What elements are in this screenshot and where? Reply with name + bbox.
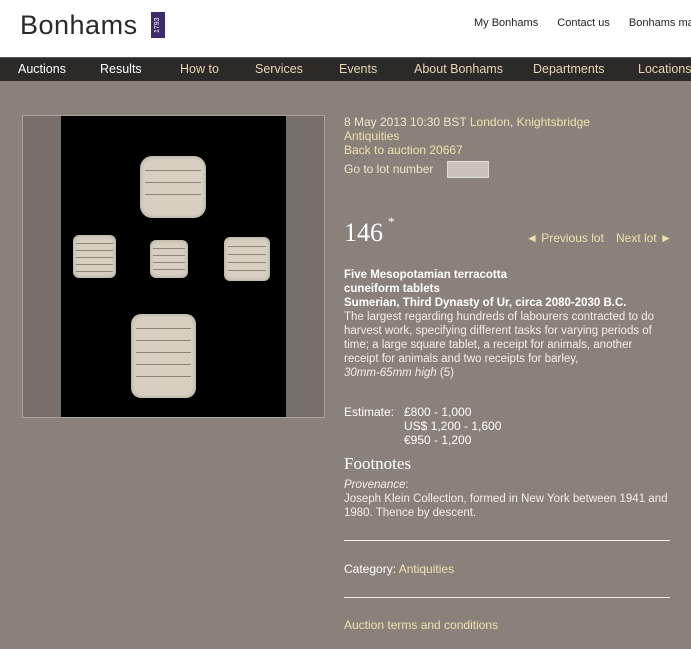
estimate-eur: €950 - 1,200 xyxy=(404,433,472,447)
lot-count: (5) xyxy=(439,367,454,379)
goto-lot-label: Go to lot number xyxy=(344,162,434,176)
logo-year-badge: 1793 xyxy=(151,12,165,38)
back-to-auction-link[interactable]: Back to auction 20667 xyxy=(344,143,463,157)
lot-number-input[interactable] xyxy=(447,161,489,178)
sale-date-line: 8 May 2013 10:30 BST London, Knightsbrid… xyxy=(344,115,590,129)
lot-description: Five Mesopotamian terracotta cuneiform t… xyxy=(344,268,669,380)
tablet-right xyxy=(224,237,270,281)
next-lot-link[interactable]: Next lot ► xyxy=(616,231,672,245)
lot-image[interactable] xyxy=(61,116,286,417)
estimate-gbp: £800 - 1,000 xyxy=(404,405,472,419)
lot-asterisk: * xyxy=(388,214,395,229)
divider xyxy=(344,540,670,541)
my-bonhams-link[interactable]: My Bonhams xyxy=(474,17,538,29)
tablet-left xyxy=(73,235,116,278)
nav-about-bonhams[interactable]: About Bonhams xyxy=(414,62,503,76)
lot-subtitle: Sumerian, Third Dynasty of Ur, circa 208… xyxy=(344,297,627,309)
lot-image-frame[interactable] xyxy=(22,115,325,418)
estimate-block: Estimate: £800 - 1,000 US$ 1,200 - 1,600 … xyxy=(344,405,501,447)
nav-events[interactable]: Events xyxy=(339,62,377,76)
department-link[interactable]: Antiquities xyxy=(344,129,399,143)
bonhams-magazine-link[interactable]: Bonhams mag xyxy=(629,17,691,29)
nav-locations[interactable]: Locations xyxy=(638,62,691,76)
category-link[interactable]: Antiquities xyxy=(399,562,454,576)
lot-number: 146 xyxy=(344,218,383,247)
top-links: My Bonhams Contact us Bonhams mag xyxy=(474,17,691,29)
previous-lot-link[interactable]: ◄ Previous lot xyxy=(526,231,604,245)
nav-results[interactable]: Results xyxy=(100,62,142,76)
provenance-label: Provenance xyxy=(344,479,406,491)
bonhams-logo[interactable]: Bonhams xyxy=(20,10,138,41)
nav-auctions[interactable]: Auctions xyxy=(18,62,66,76)
category-line: Category: Antiquities xyxy=(344,562,454,576)
tablet-middle xyxy=(150,240,188,278)
estimate-usd: US$ 1,200 - 1,600 xyxy=(404,419,502,433)
divider xyxy=(344,597,670,598)
auction-terms-link[interactable]: Auction terms and conditions xyxy=(344,618,498,632)
lot-dimensions: 30mm-65mm high xyxy=(344,367,437,379)
sale-date: 8 May 2013 10:30 BST xyxy=(344,115,467,129)
nav-how-to[interactable]: How to xyxy=(180,62,219,76)
main-nav: Auctions Results How to Services Events … xyxy=(0,57,691,81)
estimate-label: Estimate: xyxy=(344,405,395,419)
contact-us-link[interactable]: Contact us xyxy=(557,17,610,29)
tablet-top xyxy=(140,156,206,218)
nav-departments[interactable]: Departments xyxy=(533,62,605,76)
category-label: Category: xyxy=(344,562,397,576)
footnotes-heading: Footnotes xyxy=(344,454,412,473)
provenance-text: Joseph Klein Collection, formed in New Y… xyxy=(344,493,668,519)
lot-title-line1: Five Mesopotamian terracotta xyxy=(344,269,507,281)
footnotes-text: Provenance: Joseph Klein Collection, for… xyxy=(344,479,668,519)
sale-location-link[interactable]: London, Knightsbridge xyxy=(470,115,590,129)
lot-title-line2: cuneiform tablets xyxy=(344,283,440,295)
site-header: Bonhams 1793 My Bonhams Contact us Bonha… xyxy=(0,0,691,57)
nav-services[interactable]: Services xyxy=(255,62,303,76)
tablet-bottom xyxy=(131,314,196,398)
lot-description-text: The largest regarding hundreds of labour… xyxy=(344,311,655,365)
